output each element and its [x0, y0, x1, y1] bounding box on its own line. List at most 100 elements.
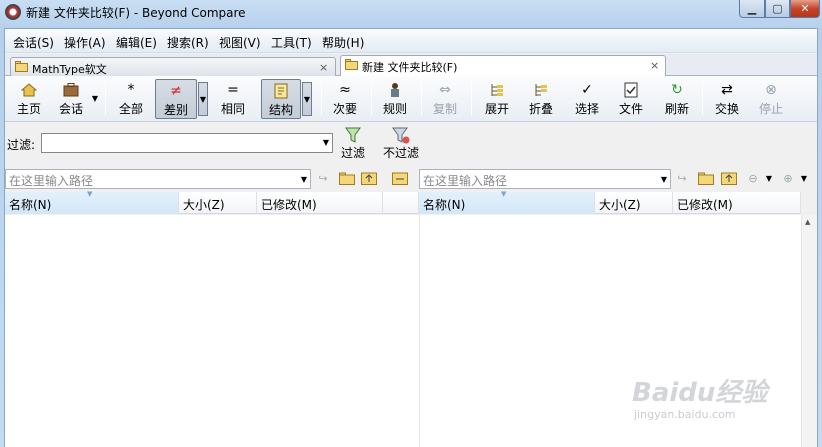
parent-folder-icon[interactable] [721, 172, 737, 186]
same-button[interactable]: = 相同 [215, 79, 251, 119]
collapse-button[interactable]: 折叠 [523, 79, 559, 119]
rules-button[interactable]: 规则 [377, 79, 413, 119]
tab-close-icon[interactable]: × [650, 59, 659, 72]
checkmarks-icon: ✓ [581, 82, 593, 98]
minimize-button[interactable]: ▁ [739, 0, 765, 18]
left-file-pane[interactable] [5, 215, 419, 447]
column-name[interactable]: ▼ 名称(N) [5, 190, 179, 214]
refresh-button[interactable]: ↻ 刷新 [659, 79, 695, 119]
browse-folder-icon[interactable] [698, 172, 714, 186]
home-icon [11, 82, 47, 98]
right-path-input[interactable]: 在这里输入路径 ▼ [419, 169, 671, 189]
equals-icon: = [227, 82, 239, 98]
watermark-url: jingyan.baidu.com [634, 408, 736, 421]
swap-button[interactable]: ⇄ 交换 [709, 79, 745, 119]
menu-actions[interactable]: 操作(A) [64, 34, 106, 51]
filter-label: 过滤: [7, 138, 36, 152]
folder-compare-icon [15, 61, 28, 72]
tab-close-icon[interactable]: × [319, 61, 328, 74]
maximize-button[interactable]: ▢ [765, 0, 790, 18]
menu-help[interactable]: 帮助(H) [322, 34, 364, 51]
minor-button[interactable]: ≈ 次要 [327, 79, 363, 119]
refresh-icon: ↻ [671, 82, 683, 98]
scroll-up-icon[interactable]: ▲ [805, 218, 810, 226]
tab-label: 新建 文件夹比较(F) [362, 61, 458, 74]
structure-dropdown-arrow[interactable]: ▼ [302, 82, 312, 116]
chevron-down-icon[interactable]: ▼ [323, 138, 329, 147]
menu-edit[interactable]: 编辑(E) [116, 34, 157, 51]
history-arrow-icon[interactable]: ↪ [674, 172, 690, 186]
folder-compare-icon [345, 59, 358, 70]
toolbar-separator [371, 81, 372, 115]
swap-folders-icon[interactable] [392, 172, 408, 186]
column-spacer [383, 192, 419, 214]
menu-session[interactable]: 会话(S) [13, 34, 54, 51]
session-dropdown-arrow[interactable]: ▼ [90, 82, 100, 116]
apply-filter-button[interactable]: 过滤 [341, 126, 365, 161]
chevron-down-icon[interactable]: ▼ [661, 175, 667, 184]
menu-search[interactable]: 搜索(R) [167, 34, 209, 51]
asterisk-icon: * [127, 82, 135, 98]
close-button[interactable]: ✕ [790, 0, 820, 18]
briefcase-icon [53, 82, 89, 98]
select-button[interactable]: ✓ 选择 [569, 79, 605, 119]
column-size[interactable]: 大小(Z) [595, 192, 673, 214]
menu-bar: 会话(S) 操作(A) 编辑(E) 搜索(R) 视图(V) 工具(T) 帮助(H… [5, 29, 817, 53]
tab-strip: MathType软文 × 新建 文件夹比较(F) × [5, 54, 817, 77]
all-button[interactable]: * 全部 [113, 79, 149, 119]
home-button[interactable]: 主页 [11, 79, 47, 119]
menu-view[interactable]: 视图(V) [219, 34, 261, 51]
structure-icon [262, 83, 300, 99]
browse-folder-icon[interactable] [339, 172, 355, 186]
session-button[interactable]: 会话 [53, 79, 89, 119]
sort-arrow-icon: ▼ [501, 190, 507, 198]
column-modified[interactable]: 已修改(M) [257, 192, 383, 214]
back-icon[interactable]: ⊖ [745, 172, 761, 186]
toolbar-separator [105, 81, 106, 115]
baidu-logo: Baidu经验 [632, 378, 768, 408]
diff-dropdown-arrow[interactable]: ▼ [198, 82, 208, 116]
application-window: 新建 文件夹比较(F) - Beyond Compare ▁ ▢ ✕ 会话(S)… [0, 0, 822, 447]
right-file-pane[interactable] [419, 215, 801, 447]
not-equal-icon: ≠ [170, 83, 182, 99]
column-modified[interactable]: 已修改(M) [673, 192, 801, 214]
right-column-header: ▼ 名称(N) 大小(Z) 已修改(M) [419, 190, 801, 214]
copy-button[interactable]: ⇔ 复制 [427, 79, 463, 119]
column-size[interactable]: 大小(Z) [179, 192, 257, 214]
left-path-input[interactable]: 在这里输入路径 ▼ [5, 169, 311, 189]
files-button[interactable]: 文件 [613, 79, 649, 119]
menu-tools[interactable]: 工具(T) [271, 34, 312, 51]
chevron-down-icon[interactable]: ▼ [301, 175, 307, 184]
sort-arrow-icon: ▼ [87, 190, 93, 198]
expand-button[interactable]: 展开 [479, 79, 515, 119]
chevron-down-icon[interactable]: ▼ [761, 172, 777, 186]
toolbar-separator [421, 81, 422, 115]
window-title: 新建 文件夹比较(F) - Beyond Compare [26, 6, 246, 20]
toolbar-separator [471, 81, 472, 115]
tab-mathtype[interactable]: MathType软文 × [10, 57, 336, 76]
copy-arrows-icon: ⇔ [439, 82, 451, 98]
expand-tree-icon [479, 82, 515, 98]
swap-icon: ⇄ [721, 82, 733, 98]
tab-label: MathType软文 [32, 63, 107, 76]
toolbar-separator [702, 81, 703, 115]
stop-button[interactable]: ⊗ 停止 [753, 79, 789, 119]
collapse-tree-icon [523, 82, 559, 98]
watermark: Baidu经验 jingyan.baidu.com [632, 372, 768, 421]
vertical-scrollbar[interactable]: ▲ [801, 215, 817, 447]
diff-button[interactable]: ≠ 差别 [155, 79, 197, 119]
structure-button[interactable]: 结构 [261, 79, 301, 119]
forward-icon[interactable]: ⊕ [780, 172, 796, 186]
column-name[interactable]: ▼ 名称(N) [419, 190, 595, 214]
title-bar: 新建 文件夹比较(F) - Beyond Compare ▁ ▢ ✕ [0, 0, 822, 26]
no-filter-button[interactable]: 不过滤 [383, 126, 419, 161]
funnel-icon [341, 126, 365, 144]
referee-icon [377, 82, 413, 98]
tab-new-folder-compare[interactable]: 新建 文件夹比较(F) × [340, 55, 666, 77]
chevron-down-icon[interactable]: ▼ [796, 172, 812, 186]
history-arrow-icon[interactable]: ↪ [315, 172, 331, 186]
app-icon [5, 4, 21, 20]
path-bar: 在这里输入路径 ▼ ↪ 在这里输入路径 ▼ ↪ ⊖ ▼ ⊕ ▼ [5, 167, 817, 191]
parent-folder-icon[interactable] [361, 172, 377, 186]
filter-input[interactable]: ▼ [41, 133, 333, 153]
